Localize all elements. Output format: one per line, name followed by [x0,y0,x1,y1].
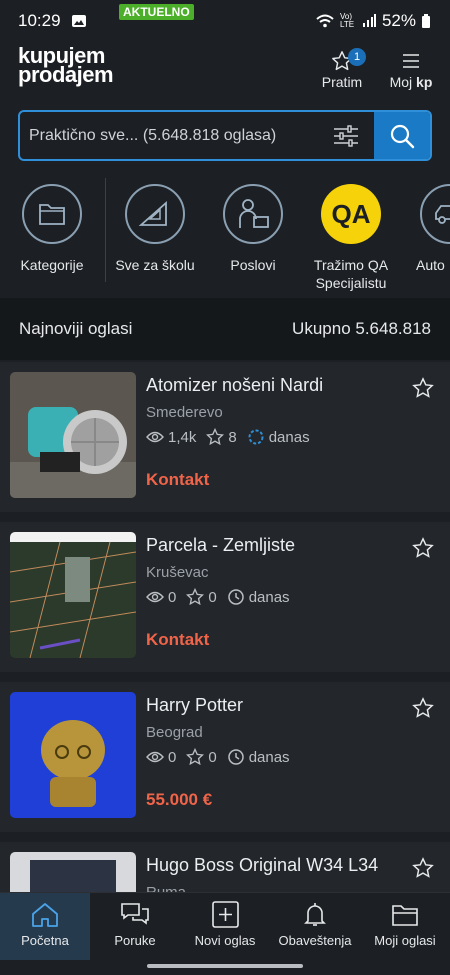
section-title: Najnoviji oglasi [19,319,133,338]
car-icon [435,205,450,224]
listing-title[interactable]: Harry Potter [146,695,243,716]
clock-icon [227,749,244,765]
listing-photo[interactable] [10,852,136,892]
battery-text: 52% [381,11,416,30]
section-header: Najnoviji oglasi Ukupno 5.648.818 [0,298,450,360]
image-icon [71,15,86,27]
app-header: kupujem prodajem 1 Pratim Moj kp [0,42,450,106]
folder-icon [392,905,418,926]
aktuelno-badge: AKTUELNO [119,4,194,20]
favorite-icon[interactable] [412,377,434,399]
listing-location: Ruma [146,884,186,892]
nav-novi-oglas[interactable]: Novi oglas [180,893,270,960]
listing-photo[interactable] [10,532,136,658]
status-bar: 10:29 Vo) LTE 52% [0,0,450,42]
listing-stats: 1,4k 8 danas [146,428,316,446]
add-icon [212,901,239,928]
star-outline-icon [186,588,205,606]
star-outline-icon [186,748,205,766]
listing-title[interactable]: Atomizer nošeni Nardi [146,375,323,396]
favorite-icon[interactable] [412,857,434,879]
nav-obavestenja[interactable]: Obaveštenja [270,893,360,960]
battery-icon [422,14,430,28]
listing-title[interactable]: Parcela - Zemljiste [146,535,295,556]
home-icon [32,903,58,927]
refresh-icon [248,429,264,445]
bottom-nav: Početna Poruke Novi oglas Obaveštenja Mo… [0,892,450,960]
network-icon: Vo) LTE [339,12,355,29]
ruler-icon [138,201,167,226]
star-outline-icon [206,428,225,446]
moj-kp-button[interactable]: Moj kp [388,50,434,90]
gesture-bar [147,964,303,968]
signal-icon [362,14,376,27]
listing-card[interactable]: Harry Potter Beograd 0 0 danas 55.000 € [0,682,450,832]
category-auto[interactable]: Auto [404,175,450,274]
eye-icon [146,431,164,443]
total-count: Ukupno 5.648.818 [292,319,431,338]
listing-title[interactable]: Hugo Boss Original W34 L34 [146,855,378,876]
nav-pocetna[interactable]: Početna [0,893,90,960]
eye-icon [146,591,164,603]
listing-location: Kruševac [146,564,209,581]
clock: 10:29 [18,11,61,30]
listing-photo[interactable] [10,372,136,498]
bell-icon [304,903,326,926]
qa-logo: QA [321,184,381,244]
listing-price: Kontakt [146,630,210,649]
listing-stats: 0 0 danas [146,588,296,606]
listing-price: Kontakt [146,470,210,489]
search-bar: Praktično sve... (5.648.818 oglasa) [18,110,432,161]
listing-card[interactable]: Atomizer nošeni Nardi Smederevo 1,4k 8 d… [0,362,450,512]
category-sve-za-skolu[interactable]: Sve za školu [110,175,200,274]
category-poslovi[interactable]: Poslovi [208,175,298,274]
category-kategorije[interactable]: Kategorije [7,175,97,274]
category-qa[interactable]: QA Tražimo QA Specijalistu [306,175,396,292]
listing-price: 55.000 € [146,790,213,809]
chat-icon [121,903,149,925]
listing-location: Beograd [146,724,203,741]
menu-icon [403,54,419,68]
favorite-icon[interactable] [412,537,434,559]
listing-photo[interactable] [10,692,136,818]
filter-icon [334,124,358,147]
folder-icon [39,204,65,225]
kp-logo[interactable]: kupujem prodajem [18,45,118,86]
listing-location: Smederevo [146,404,223,421]
pratim-button[interactable]: 1 Pratim [320,48,366,90]
search-button[interactable] [374,112,430,159]
wifi-icon [316,14,334,28]
worker-icon [239,199,269,228]
clock-icon [227,589,244,605]
pratim-badge: 1 [348,48,366,66]
listing-card[interactable]: Parcela - Zemljiste Kruševac 0 0 danas K… [0,522,450,672]
favorite-icon[interactable] [412,697,434,719]
eye-icon [146,751,164,763]
listing-card[interactable]: Hugo Boss Original W34 L34 Ruma [0,842,450,892]
search-icon [390,124,415,148]
nav-moji-oglasi[interactable]: Moji oglasi [360,893,450,960]
filter-button[interactable] [318,112,374,159]
listing-stats: 0 0 danas [146,748,296,766]
category-strip: Kategorije Sve za školu Poslovi QA Traži… [0,175,450,295]
search-input[interactable]: Praktično sve... (5.648.818 oglasa) [20,112,318,159]
nav-poruke[interactable]: Poruke [90,893,180,960]
